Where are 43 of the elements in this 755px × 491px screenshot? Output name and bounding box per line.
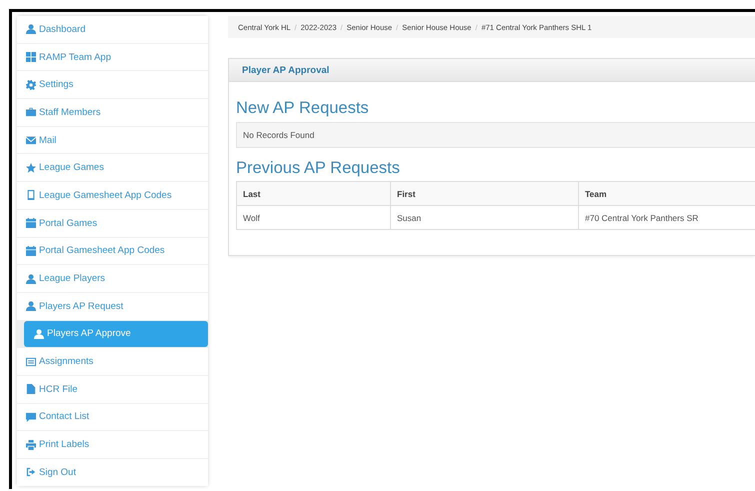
phone-icon (26, 190, 36, 200)
column-header: First (390, 182, 578, 206)
section-heading: Previous AP Requests (236, 160, 401, 176)
section-heading: New AP Requests (236, 100, 370, 116)
sidebar-item[interactable]: Sign Out (17, 459, 208, 486)
user-icon (34, 328, 44, 339)
sidebar-item[interactable]: Assignments (17, 348, 208, 375)
user-icon (26, 274, 36, 284)
list-icon (26, 356, 36, 367)
printer-icon (26, 440, 36, 450)
file-icon (26, 384, 36, 394)
sidebar-item[interactable]: Players AP Request (17, 292, 208, 320)
user-icon (26, 24, 36, 34)
sidebar-item[interactable]: Portal Games (17, 210, 208, 236)
table-cell: Susan (390, 206, 578, 230)
mail-icon (26, 135, 36, 146)
sidebar-item[interactable]: RAMP Team App (17, 44, 208, 70)
settings-icon (26, 80, 36, 90)
sidebar-item[interactable]: League Players (17, 265, 208, 292)
sign-out-icon (26, 467, 36, 478)
user-icon (26, 301, 36, 312)
column-header: Last (236, 182, 390, 206)
calendar-icon (26, 246, 36, 256)
sidebar-item[interactable]: Players AP Approve (24, 320, 208, 348)
sidebar-item[interactable]: Contact List (17, 404, 208, 430)
sidebar-item[interactable]: Mail (17, 126, 208, 154)
sidebar-item[interactable]: League Games (17, 154, 208, 182)
sidebar-item[interactable]: League Gamesheet App Codes (17, 182, 208, 209)
chat-icon (26, 412, 36, 422)
sidebar-item[interactable]: Dashboard (17, 16, 208, 43)
sidebar-item[interactable]: Portal Gamesheet App Codes (17, 238, 208, 264)
sidebar-item[interactable]: Print Labels (17, 431, 208, 458)
empty-message: No Records Found (236, 122, 755, 148)
column-header: Team (578, 182, 755, 206)
grid-icon (26, 52, 36, 62)
table-cell: Wolf (236, 206, 390, 230)
calendar-icon (26, 218, 36, 228)
sidebar-item[interactable]: Staff Members (17, 99, 208, 126)
star-icon (26, 162, 36, 173)
sidebar-item[interactable]: HCR File (17, 376, 208, 403)
panel-title: Player AP Approval (242, 64, 330, 76)
briefcase-icon (26, 107, 36, 118)
sidebar-item[interactable]: Settings (17, 71, 208, 98)
